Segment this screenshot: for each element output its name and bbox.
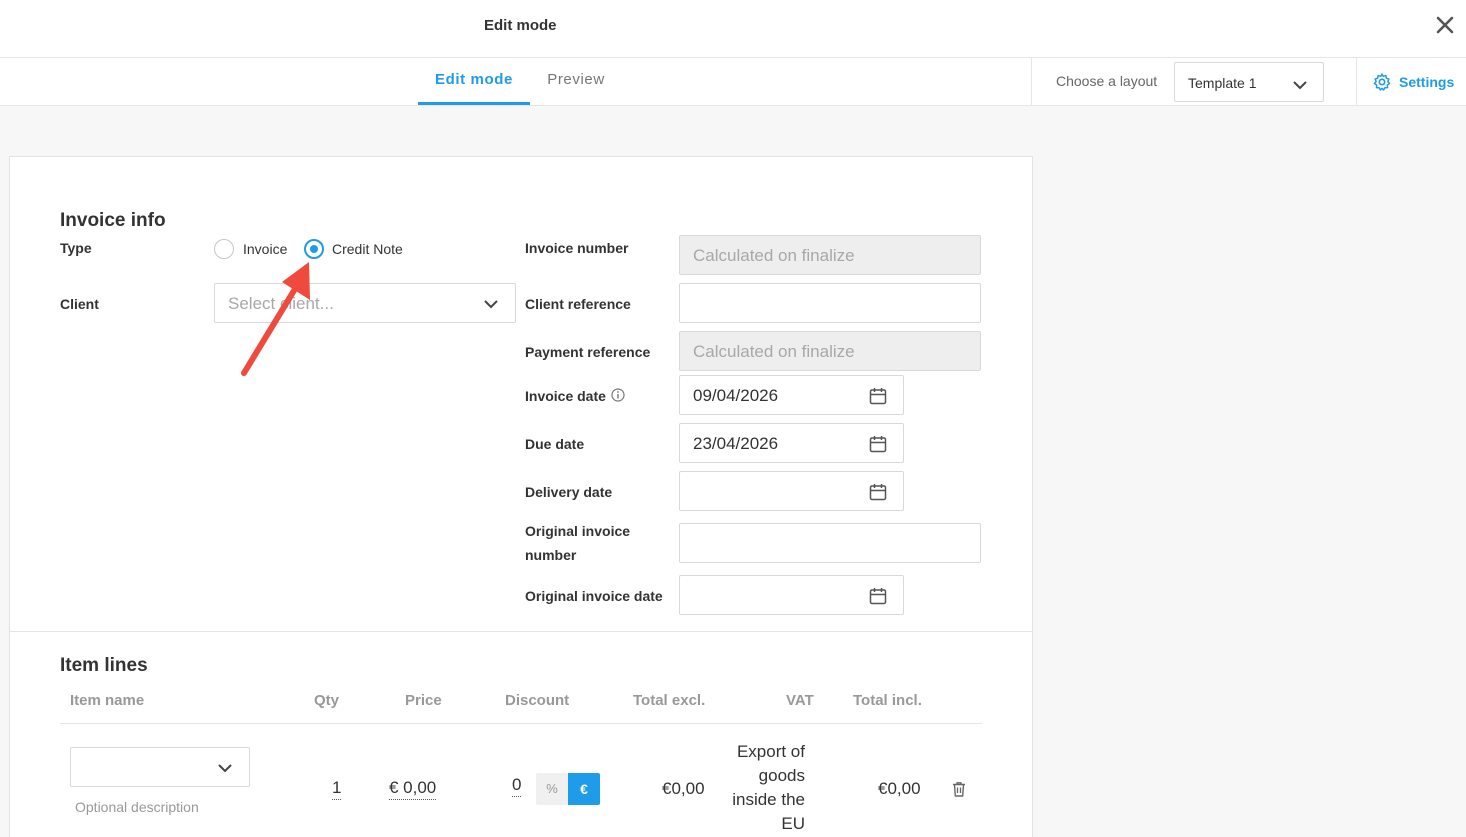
- client-select[interactable]: Select client...: [214, 283, 516, 323]
- gear-icon: [1373, 73, 1391, 91]
- type-radio-invoice-label[interactable]: Invoice: [243, 241, 287, 257]
- close-icon[interactable]: [1433, 13, 1457, 37]
- table-header-divider: [60, 723, 982, 724]
- type-label: Type: [60, 240, 92, 256]
- total-excl-value: €0,00: [662, 779, 705, 798]
- invoice-number-value: Calculated on finalize: [693, 246, 855, 265]
- original-invoice-number-label-line1: Original invoice: [525, 523, 631, 539]
- payment-reference-field: Calculated on finalize: [679, 331, 981, 371]
- calendar-icon[interactable]: [868, 586, 888, 606]
- vat-select[interactable]: Export of goods inside the EU: [720, 740, 805, 836]
- divider: [1356, 58, 1357, 105]
- calendar-icon[interactable]: [868, 386, 888, 406]
- layout-select[interactable]: Template 1: [1174, 62, 1324, 102]
- discount-euro-toggle[interactable]: €: [568, 773, 600, 805]
- tab-preview[interactable]: Preview: [534, 58, 618, 105]
- client-reference-label: Client reference: [525, 296, 631, 312]
- payment-reference-value: Calculated on finalize: [693, 342, 855, 361]
- due-date-label: Due date: [525, 436, 585, 452]
- type-radio-credit-note-label[interactable]: Credit Note: [332, 241, 403, 257]
- due-date-field[interactable]: 23/04/2026: [679, 423, 904, 463]
- discount-percent-toggle[interactable]: %: [536, 773, 568, 805]
- column-header-qty: Qty: [314, 692, 340, 709]
- column-header-price: Price: [405, 692, 442, 709]
- due-date-value: 23/04/2026: [693, 434, 779, 453]
- qty-input[interactable]: 1: [332, 778, 342, 800]
- chevron-down-icon: [484, 300, 498, 309]
- chevron-down-icon: [218, 764, 232, 773]
- discount-input[interactable]: 0: [512, 775, 522, 797]
- type-radio-invoice[interactable]: [214, 239, 234, 259]
- type-radio-credit-note[interactable]: [304, 239, 324, 259]
- calendar-icon[interactable]: [868, 482, 888, 502]
- column-header-total-excl: Total excl.: [633, 692, 706, 709]
- column-header-item-name: Item name: [70, 692, 145, 709]
- optional-description-input[interactable]: Optional description: [75, 799, 199, 815]
- settings-label: Settings: [1399, 74, 1455, 90]
- chevron-down-icon: [1293, 81, 1307, 90]
- delivery-date-field[interactable]: [679, 471, 904, 511]
- payment-reference-label: Payment reference: [525, 344, 651, 360]
- client-select-placeholder: Select client...: [228, 294, 334, 313]
- original-invoice-date-field[interactable]: [679, 575, 904, 615]
- calendar-icon[interactable]: [868, 434, 888, 454]
- original-invoice-date-label: Original invoice date: [525, 588, 663, 604]
- item-name-select[interactable]: [70, 747, 250, 787]
- section-divider: [10, 631, 1032, 632]
- invoice-number-label: Invoice number: [525, 240, 629, 256]
- info-icon[interactable]: [611, 388, 625, 402]
- original-invoice-number-label: Original invoice number: [525, 519, 630, 567]
- title-bar: Edit mode: [0, 0, 1466, 58]
- original-invoice-number-label-line2: number: [525, 547, 577, 563]
- mode-tabs-bar: Edit mode Preview Choose a layout Templa…: [0, 58, 1466, 106]
- item-lines-heading: Item lines: [60, 655, 148, 676]
- invoice-date-value: 09/04/2026: [693, 386, 779, 405]
- client-label: Client: [60, 296, 99, 312]
- trash-icon[interactable]: [950, 780, 968, 798]
- column-header-discount: Discount: [505, 692, 570, 709]
- client-reference-field[interactable]: [679, 283, 981, 323]
- price-input[interactable]: € 0,00: [389, 778, 437, 800]
- total-incl-value: €0,00: [878, 779, 921, 798]
- divider: [1031, 58, 1032, 105]
- invoice-date-field[interactable]: 09/04/2026: [679, 375, 904, 415]
- column-header-vat: VAT: [786, 692, 814, 709]
- invoice-date-label: Invoice date: [525, 388, 606, 404]
- tab-edit-mode[interactable]: Edit mode: [418, 58, 530, 105]
- layout-select-value: Template 1: [1188, 75, 1257, 91]
- invoice-info-heading: Invoice info: [60, 210, 166, 231]
- delivery-date-label: Delivery date: [525, 484, 613, 500]
- column-header-total-incl: Total incl.: [853, 692, 922, 709]
- invoice-number-field: Calculated on finalize: [679, 235, 981, 275]
- page-title: Edit mode: [484, 17, 557, 34]
- original-invoice-number-field[interactable]: [679, 523, 981, 563]
- layout-label: Choose a layout: [1056, 73, 1158, 89]
